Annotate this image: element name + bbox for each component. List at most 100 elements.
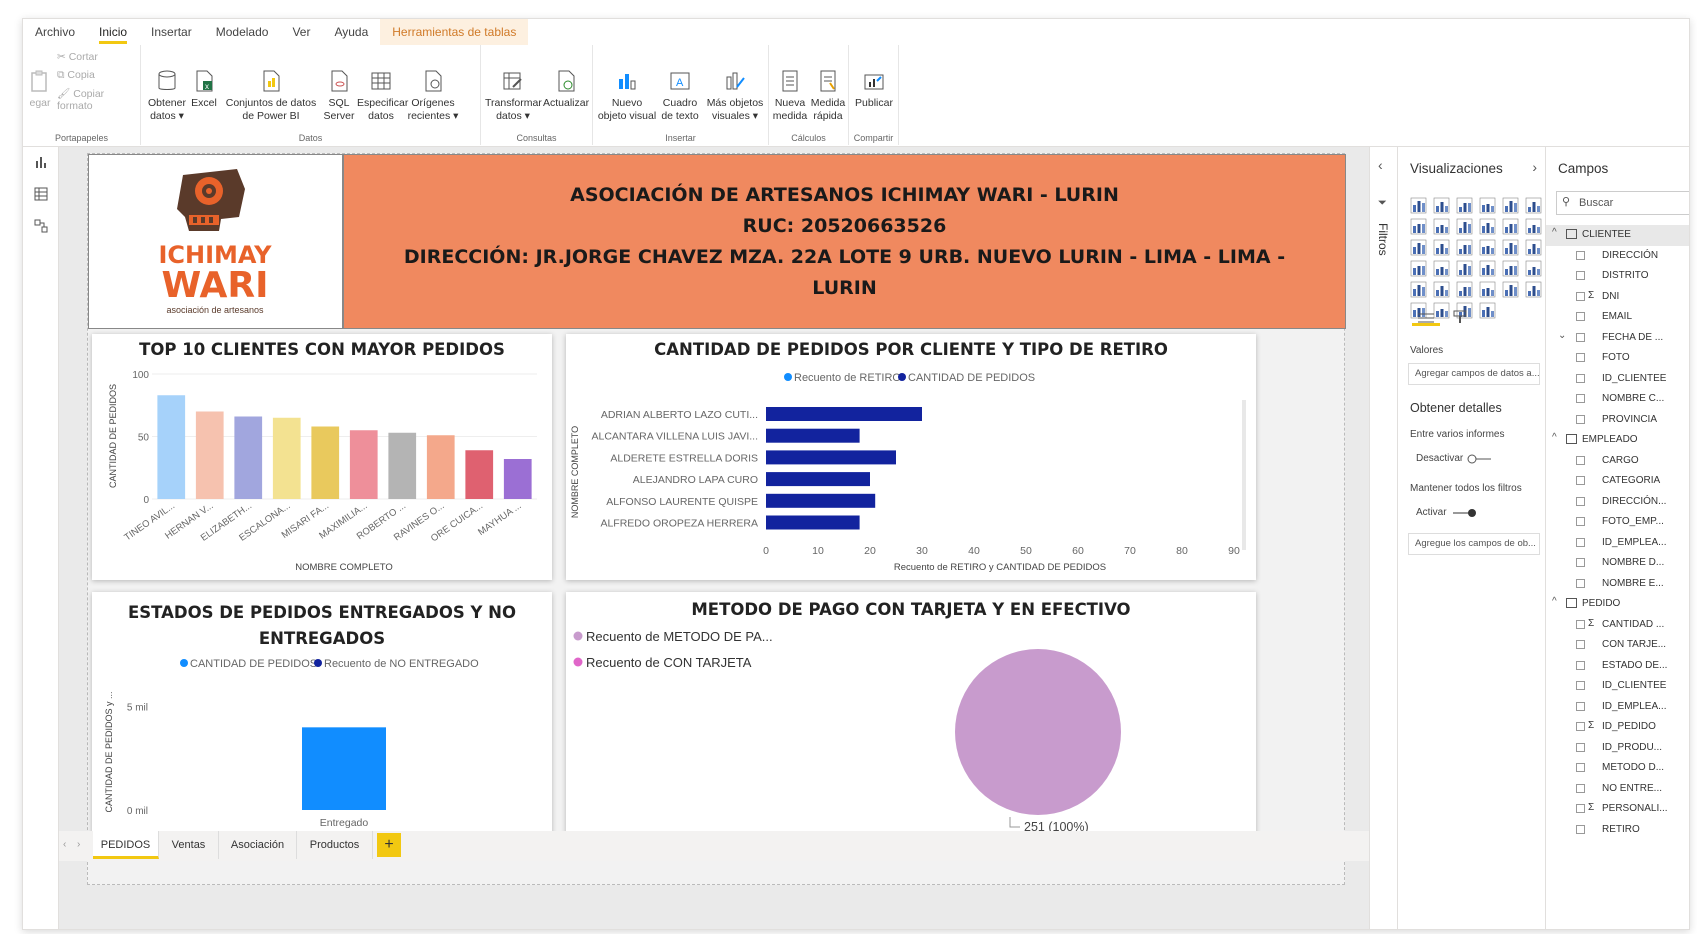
field-checkbox[interactable] <box>1576 701 1585 711</box>
format-paint-roller-icon[interactable] <box>1452 309 1468 325</box>
field-item[interactable]: DISTRITO <box>1546 266 1689 287</box>
cross-report-toggle[interactable]: Desactivar <box>1416 453 1493 464</box>
data-view-icon[interactable] <box>34 187 48 201</box>
scatter-icon[interactable] <box>1433 239 1450 256</box>
new-measure-button[interactable]: Nueva medida <box>771 69 809 123</box>
tab-ventas[interactable]: Ventas <box>159 831 219 859</box>
field-checkbox[interactable] <box>1576 578 1585 588</box>
field-item[interactable]: NOMBRE D... <box>1546 553 1689 574</box>
menu-tab-inicio[interactable]: Inicio <box>87 19 139 45</box>
field-checkbox[interactable] <box>1576 558 1585 567</box>
field-checkbox[interactable] <box>1576 681 1585 690</box>
field-item[interactable]: FOTO_EMP... <box>1546 512 1689 533</box>
field-checkbox[interactable] <box>1576 250 1585 260</box>
field-item[interactable]: PROVINCIA <box>1546 410 1689 431</box>
field-item[interactable]: ID_CLIENTEE <box>1546 676 1689 697</box>
gauge-icon[interactable] <box>1433 260 1450 277</box>
field-table[interactable]: ^ CLIENTEE <box>1546 225 1689 246</box>
field-table[interactable]: ^ PEDIDO <box>1546 594 1689 615</box>
100-column-icon[interactable] <box>1525 197 1542 214</box>
field-item[interactable]: CON TARJE... <box>1546 635 1689 656</box>
field-item[interactable]: EMAIL <box>1546 307 1689 328</box>
textbox-button[interactable]: A Cuadro de texto <box>657 69 703 123</box>
menu-tab-modelado[interactable]: Modelado <box>204 19 281 45</box>
field-table[interactable]: ^ EMPLEADO <box>1546 430 1689 451</box>
pie-icon[interactable] <box>1456 239 1473 256</box>
paste-button[interactable]: egar <box>25 69 55 110</box>
field-checkbox[interactable] <box>1576 783 1585 793</box>
field-checkbox[interactable] <box>1576 455 1585 465</box>
donut-icon[interactable] <box>1479 239 1496 256</box>
map-icon[interactable] <box>1525 239 1542 256</box>
menu-tab-herramientas-tablas[interactable]: Herramientas de tablas <box>380 19 529 45</box>
stacked-column-icon[interactable] <box>1433 197 1450 214</box>
top-clients-card[interactable]: TOP 10 CLIENTES CON MAYOR PEDIDOS 0 50 100… <box>92 334 552 580</box>
tab-pedidos[interactable]: PEDIDOS <box>93 831 159 859</box>
collapse-left-icon[interactable]: ‹ <box>1378 157 1383 173</box>
menu-tab-ver[interactable]: Ver <box>280 19 322 45</box>
payment-method-card[interactable]: METODO DE PAGO CON TARJETA Y EN EFECTIVO… <box>566 592 1256 848</box>
python-visual-icon[interactable] <box>1479 281 1496 298</box>
decomposition-tree-icon[interactable] <box>1525 281 1542 298</box>
tab-scroll-left-icon[interactable]: ‹ <box>63 839 66 850</box>
drill-through-well[interactable]: Agregue los campos de ob... <box>1408 533 1540 555</box>
waterfall-icon[interactable] <box>1525 218 1542 235</box>
field-item[interactable]: RETIRO <box>1546 820 1689 841</box>
tab-asociacion[interactable]: Asociación <box>219 831 297 859</box>
field-item[interactable]: DIRECCIÓN <box>1546 246 1689 267</box>
stacked-bar-icon[interactable] <box>1410 197 1427 214</box>
field-checkbox[interactable] <box>1576 476 1585 485</box>
field-checkbox[interactable] <box>1576 271 1585 280</box>
key-influencers-icon[interactable] <box>1502 281 1519 298</box>
format-painter-button[interactable]: 🖌 Copiar formato <box>57 87 140 112</box>
multirow-card-icon[interactable] <box>1479 260 1496 277</box>
clustered-bar-icon[interactable] <box>1456 197 1473 214</box>
menu-tab-insertar[interactable]: Insertar <box>139 19 204 45</box>
field-item[interactable]: ⌄ FECHA DE ... <box>1546 328 1689 349</box>
order-status-card[interactable]: ESTADOS DE PEDIDOS ENTREGADOS Y NO ENTRE… <box>92 592 552 848</box>
sql-server-button[interactable]: SQL Server <box>321 69 357 123</box>
recent-sources-button[interactable]: Orígenes recientes ▾ <box>407 69 459 123</box>
field-checkbox[interactable] <box>1576 722 1585 731</box>
field-checkbox[interactable] <box>1576 373 1585 383</box>
chevron-up-icon[interactable]: ^ <box>1552 227 1557 238</box>
field-item[interactable]: FOTO <box>1546 348 1689 369</box>
field-item[interactable]: ID_CLIENTEE <box>1546 369 1689 390</box>
field-item[interactable]: CARGO <box>1546 451 1689 472</box>
field-checkbox[interactable] <box>1576 804 1585 813</box>
publish-button[interactable]: Publicar <box>853 69 895 110</box>
field-checkbox[interactable] <box>1576 517 1585 526</box>
transform-data-button[interactable]: Transformar datos ▾ <box>485 69 542 123</box>
more-icon[interactable] <box>1479 302 1496 319</box>
ribbon-icon[interactable] <box>1502 218 1519 235</box>
field-checkbox[interactable] <box>1576 312 1585 321</box>
powerbi-datasets-button[interactable]: Conjuntos de datos de Power BI <box>221 69 321 123</box>
field-item[interactable]: NO ENTRE... <box>1546 779 1689 800</box>
field-item[interactable]: Σ DNI <box>1546 287 1689 308</box>
matrix-icon[interactable] <box>1433 281 1450 298</box>
field-item[interactable]: DIRECCIÓN... <box>1546 492 1689 513</box>
field-checkbox[interactable] <box>1576 763 1585 772</box>
add-page-button[interactable]: + <box>377 833 401 857</box>
chevron-up-icon[interactable]: ^ <box>1552 596 1557 607</box>
line-column-icon[interactable] <box>1479 218 1496 235</box>
field-checkbox[interactable] <box>1576 353 1585 362</box>
field-checkbox[interactable] <box>1576 537 1585 547</box>
card-icon[interactable] <box>1456 260 1473 277</box>
new-visual-button[interactable]: Nuevo objeto visual <box>597 69 657 123</box>
chevron-down-icon[interactable]: ⌄ <box>1558 330 1566 341</box>
filters-strip[interactable]: ‹ ⏷ Filtros <box>1369 147 1397 929</box>
filled-map-icon[interactable] <box>1410 260 1427 277</box>
chevron-up-icon[interactable]: ^ <box>1552 432 1557 443</box>
kpi-icon[interactable] <box>1502 260 1519 277</box>
field-item[interactable]: ESTADO DE... <box>1546 656 1689 677</box>
table-icon[interactable] <box>1410 281 1427 298</box>
funnel-icon[interactable] <box>1410 239 1427 256</box>
field-item[interactable]: ID_EMPLEA... <box>1546 533 1689 554</box>
fields-search-input[interactable]: Buscar <box>1556 191 1689 215</box>
field-checkbox[interactable] <box>1576 824 1585 834</box>
field-checkbox[interactable] <box>1576 640 1585 649</box>
menu-tab-archivo[interactable]: Archivo <box>23 19 87 45</box>
field-item[interactable]: Σ CANTIDAD ... <box>1546 615 1689 636</box>
keep-filters-toggle[interactable]: Activar <box>1416 507 1477 518</box>
